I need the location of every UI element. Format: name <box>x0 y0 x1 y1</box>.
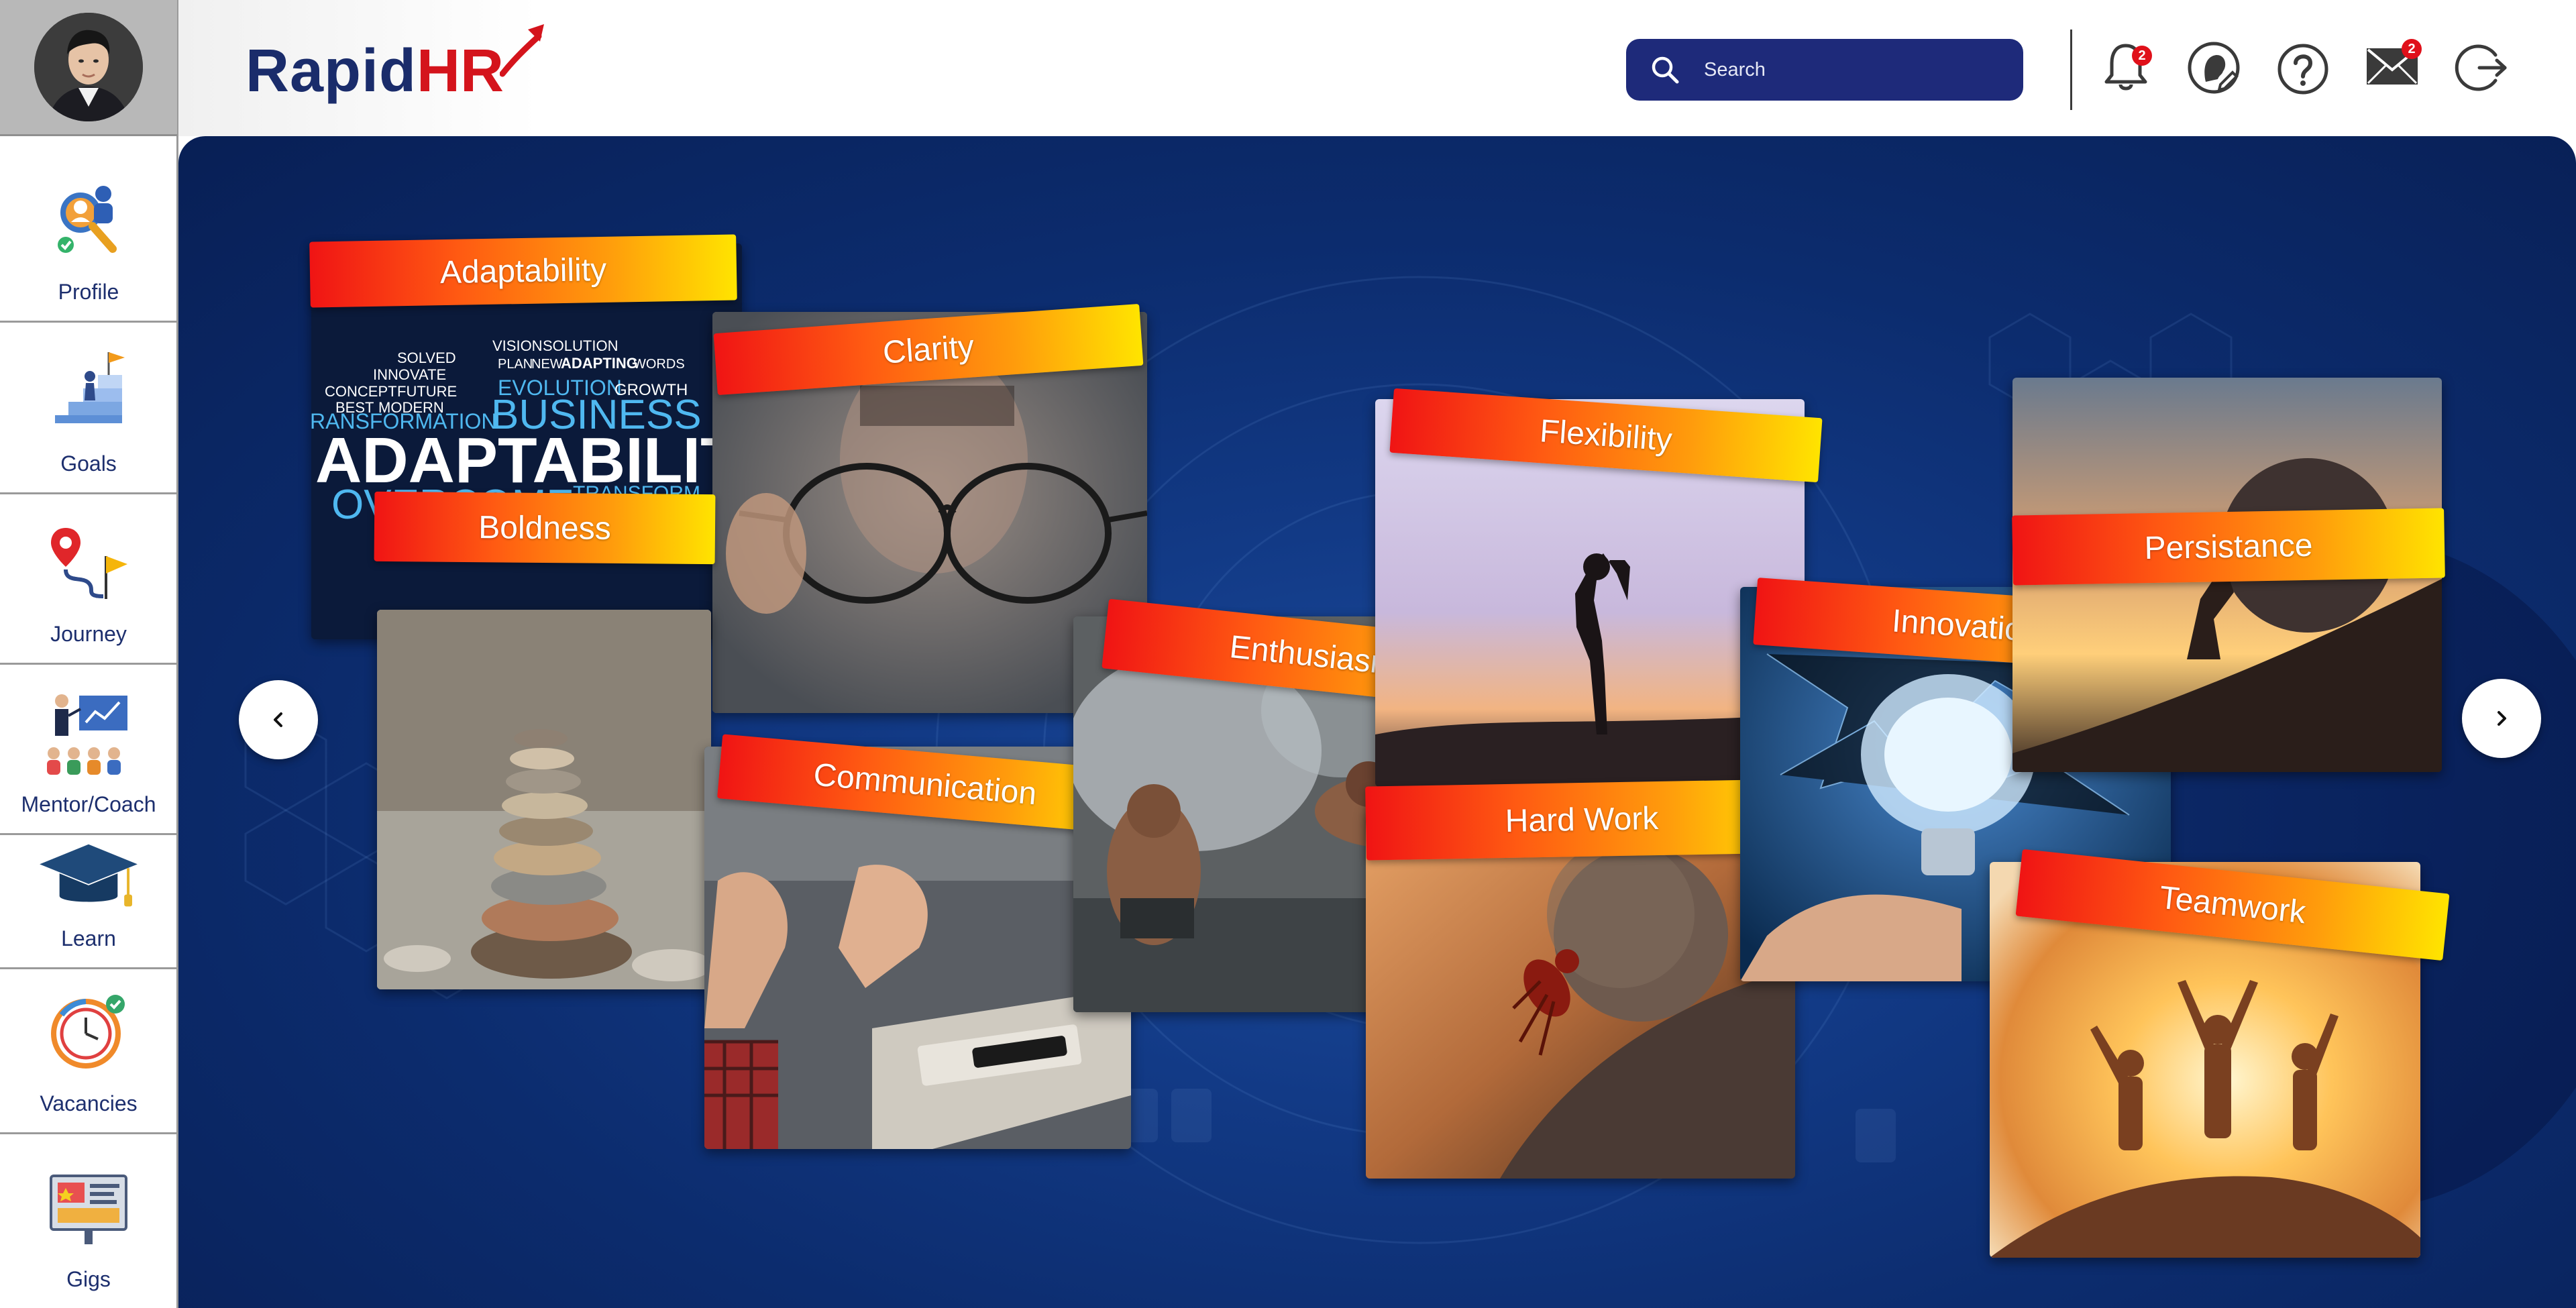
card-label-boldness: Boldness <box>478 509 611 547</box>
hard-work-image <box>1366 807 1795 1179</box>
card-label-flexibility: Flexibility <box>1538 413 1674 458</box>
card-label-communication: Communication <box>812 757 1038 812</box>
sidebar-item-label: Learn <box>61 926 116 950</box>
learn-icon <box>40 844 138 907</box>
search-bar[interactable] <box>1626 39 2023 101</box>
logout-button[interactable] <box>2453 38 2513 98</box>
rapidhr-logo[interactable]: Rapid HR <box>246 24 547 106</box>
card-label-ribbon: Boldness <box>374 491 716 565</box>
ant-pushing-ball-photo <box>1366 807 1795 1179</box>
goals-icon <box>55 352 125 423</box>
svg-text:PLAN: PLAN <box>498 357 533 372</box>
edit-profile-button[interactable] <box>2184 38 2245 98</box>
sidebar-item-label: Profile <box>58 280 119 304</box>
logo-swoosh-icon <box>500 24 545 77</box>
sidebar-item-profile[interactable]: Profile <box>0 136 177 323</box>
top-header: Rapid HR 2 <box>178 0 2576 136</box>
svg-text:ADAPTING: ADAPTING <box>561 355 638 372</box>
chevron-right-icon <box>2498 711 2506 726</box>
sidebar-item-label: Journey <box>50 622 127 646</box>
notifications-badge: 2 <box>2132 46 2152 66</box>
card-label-hard-work: Hard Work <box>1505 800 1659 839</box>
user-edit-icon <box>2188 42 2240 94</box>
journey-icon <box>51 528 127 599</box>
logo-text-hr: HR <box>417 38 504 105</box>
sidebar-item-gigs[interactable]: Gigs <box>0 1134 177 1308</box>
card-label-adaptability: Adaptability <box>439 252 607 290</box>
help-icon <box>2277 44 2328 95</box>
gigs-icon <box>50 1175 127 1244</box>
card-label-enthusiasm: Enthusiasm <box>1228 629 1399 682</box>
svg-text:SOLVED: SOLVED <box>397 349 456 366</box>
carousel-next-button[interactable] <box>2462 679 2541 758</box>
sidebar-item-mentor-coach[interactable]: Mentor/Coach <box>0 665 177 835</box>
boldness-image <box>377 610 711 989</box>
card-label-persistance: Persistance <box>2144 527 2313 566</box>
card-label-ribbon: Persistance <box>2012 508 2445 586</box>
stacked-stones-photo <box>377 610 711 989</box>
search-input[interactable] <box>1704 58 2012 81</box>
mentor-icon <box>47 694 127 775</box>
notifications-button[interactable]: 2 <box>2096 38 2156 98</box>
card-label-teamwork: Teamwork <box>2157 879 2308 930</box>
sidebar-item-learn[interactable]: Learn <box>0 835 177 969</box>
logo-text-rapid: Rapid <box>246 38 417 105</box>
card-label-clarity: Clarity <box>881 328 975 371</box>
help-button[interactable] <box>2273 38 2333 98</box>
sidebar-item-label: Mentor/Coach <box>21 792 156 816</box>
svg-text:NEW: NEW <box>531 357 563 372</box>
svg-text:SOLUTION: SOLUTION <box>543 337 618 354</box>
sidebar-item-goals[interactable]: Goals <box>0 323 177 494</box>
logout-icon <box>2455 44 2507 91</box>
sidebar-item-label: Gigs <box>66 1267 111 1291</box>
sidebar-item-label: Vacancies <box>40 1091 138 1115</box>
sidebar-item-journey[interactable]: Journey <box>0 494 177 665</box>
card-label-ribbon: Hard Work <box>1365 779 1799 861</box>
user-avatar-panel[interactable] <box>0 0 177 136</box>
svg-text:WORDS: WORDS <box>633 357 685 372</box>
messages-badge: 2 <box>2402 39 2422 59</box>
chevron-left-icon <box>274 712 282 727</box>
main-carousel-area: VISION SOLUTION SOLVED PLAN NEW ADAPTING… <box>178 136 2576 1308</box>
svg-text:VISION: VISION <box>492 337 543 354</box>
header-divider <box>2070 30 2072 110</box>
card-label-ribbon: Adaptability <box>309 234 737 308</box>
sidebar-item-vacancies[interactable]: Vacancies <box>0 969 177 1134</box>
vacancies-icon <box>51 995 125 1069</box>
svg-text:CONCEPT: CONCEPT <box>325 383 397 400</box>
carousel-prev-button[interactable] <box>239 680 318 759</box>
avatar[interactable] <box>34 13 143 121</box>
svg-text:INNOVATE: INNOVATE <box>373 366 446 383</box>
svg-text:FUTURE: FUTURE <box>397 383 457 400</box>
sidebar-item-label: Goals <box>60 451 117 476</box>
messages-button[interactable]: 2 <box>2361 38 2422 98</box>
profile-icon <box>58 186 117 253</box>
sidebar: Profile Goals Journey Mentor/Coach Learn… <box>0 0 178 1308</box>
search-icon <box>1652 56 1679 84</box>
